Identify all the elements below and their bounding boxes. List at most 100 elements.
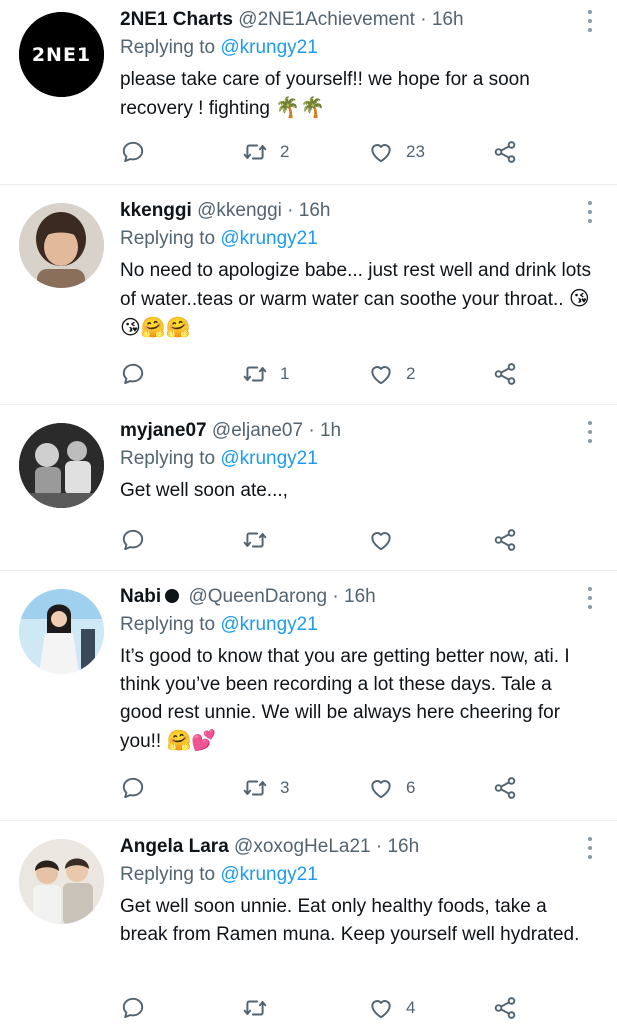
tweet-text: Get well soon ate...,: [120, 477, 599, 505]
author-name[interactable]: 2NE1 Charts: [120, 9, 233, 30]
tweet-text-body: Get well soon ate...,: [120, 480, 288, 501]
author-name[interactable]: Nabi: [120, 586, 161, 607]
retweet-icon: [243, 144, 267, 160]
author-handle[interactable]: @kkenggi: [197, 200, 282, 221]
replying-label: Replying to: [120, 448, 216, 469]
like-icon: [371, 1000, 391, 1019]
replying-to-link[interactable]: @krungy21: [220, 864, 317, 885]
tweet-card[interactable]: kkenggi @kkenggi · 16h Replying to @krun…: [0, 185, 617, 405]
like-button[interactable]: 23: [368, 137, 425, 167]
tweet-emoji: 🤗💕: [166, 730, 217, 752]
retweet-button[interactable]: 1: [242, 359, 289, 389]
timestamp[interactable]: 1h: [320, 420, 341, 441]
replying-label: Replying to: [120, 37, 216, 58]
reply-button[interactable]: [120, 525, 146, 555]
black-circle-icon: [165, 589, 180, 603]
retweet-count: 2: [280, 142, 290, 161]
share-button[interactable]: [492, 525, 518, 555]
author-name[interactable]: kkenggi: [120, 200, 192, 221]
author-handle[interactable]: @eljane07: [212, 420, 303, 441]
share-icon: [494, 529, 516, 551]
replying-label: Replying to: [120, 614, 216, 635]
tweet-card[interactable]: Angela Lara @xoxogHeLa21 · 16h Replying …: [0, 821, 617, 1024]
retweet-icon: [243, 366, 267, 382]
like-count: 6: [406, 778, 416, 797]
tweet-text: No need to apologize babe... just rest w…: [120, 257, 599, 343]
avatar-photo: [19, 203, 104, 288]
more-icon[interactable]: [583, 587, 597, 609]
reply-icon: [122, 997, 144, 1019]
replying-to-link[interactable]: @krungy21: [220, 37, 317, 58]
like-button[interactable]: [368, 525, 394, 555]
like-button[interactable]: 6: [368, 773, 415, 803]
author-name[interactable]: myjane07: [120, 420, 207, 441]
timestamp[interactable]: 16h: [344, 586, 376, 607]
replying-label: Replying to: [120, 228, 216, 249]
share-button[interactable]: [492, 773, 518, 803]
timestamp[interactable]: 16h: [387, 836, 419, 857]
like-count: 4: [406, 998, 416, 1017]
reply-icon: [122, 529, 144, 551]
author-handle[interactable]: @QueenDarong: [188, 586, 327, 607]
retweet-icon: [243, 532, 267, 548]
share-button[interactable]: [492, 993, 518, 1023]
like-icon: [371, 366, 391, 385]
avatar[interactable]: [19, 589, 104, 674]
more-icon[interactable]: [583, 10, 597, 32]
like-button[interactable]: 4: [368, 993, 415, 1023]
tweet-card[interactable]: Nabi @QueenDarong · 16h Replying to @kru…: [0, 571, 617, 821]
replying-to: Replying to @krungy21: [120, 447, 599, 471]
author-handle[interactable]: @2NE1Achievement: [238, 9, 415, 30]
author-name[interactable]: Angela Lara: [120, 836, 229, 857]
replying-label: Replying to: [120, 864, 216, 885]
more-icon[interactable]: [583, 201, 597, 223]
timestamp[interactable]: 16h: [432, 9, 464, 30]
retweet-button[interactable]: 2: [242, 137, 289, 167]
tweet-card[interactable]: 2NE1 2NE1 Charts @2NE1Achievement · 16h …: [0, 0, 617, 185]
avatar[interactable]: [19, 203, 104, 288]
retweet-icon: [243, 1000, 267, 1016]
retweet-button[interactable]: 3: [242, 773, 289, 803]
reply-button[interactable]: [120, 137, 146, 167]
more-icon[interactable]: [583, 421, 597, 443]
retweet-button[interactable]: [242, 525, 268, 555]
tweet-card[interactable]: myjane07 @eljane07 · 1h Replying to @kru…: [0, 405, 617, 571]
retweet-button[interactable]: [242, 993, 268, 1023]
reply-button[interactable]: [120, 773, 146, 803]
share-icon: [494, 777, 516, 799]
tweet-actions: 3 6: [120, 773, 517, 803]
replying-to-link[interactable]: @krungy21: [220, 228, 317, 249]
like-icon: [371, 144, 391, 163]
more-icon[interactable]: [583, 837, 597, 859]
timestamp[interactable]: 16h: [299, 200, 331, 221]
like-button[interactable]: 2: [368, 359, 415, 389]
tweet-text: Get well soon unnie. Eat only healthy fo…: [120, 893, 599, 949]
retweet-count: 3: [280, 778, 290, 797]
like-count: 2: [406, 364, 416, 383]
reply-button[interactable]: [120, 359, 146, 389]
tweet-header: 2NE1 Charts @2NE1Achievement · 16h: [120, 8, 599, 32]
share-button[interactable]: [492, 137, 518, 167]
share-button[interactable]: [492, 359, 518, 389]
reply-button[interactable]: [120, 993, 146, 1023]
replying-to: Replying to @krungy21: [120, 613, 599, 637]
tweet-content: Angela Lara @xoxogHeLa21 · 16h Replying …: [120, 835, 599, 949]
tweet-content: Nabi @QueenDarong · 16h Replying to @kru…: [120, 585, 599, 756]
tweet-content: myjane07 @eljane07 · 1h Replying to @kru…: [120, 419, 599, 505]
replying-to: Replying to @krungy21: [120, 36, 599, 60]
reply-icon: [122, 363, 144, 385]
replying-to-link[interactable]: @krungy21: [220, 448, 317, 469]
avatar[interactable]: 2NE1: [19, 12, 104, 97]
separator-dot: ·: [332, 586, 339, 607]
author-handle[interactable]: @xoxogHeLa21: [234, 836, 371, 857]
retweet-count: 1: [280, 364, 290, 383]
avatar[interactable]: [19, 839, 104, 924]
tweet-text: please take care of yourself!! we hope f…: [120, 66, 599, 123]
avatar[interactable]: [19, 423, 104, 508]
replying-to-link[interactable]: @krungy21: [220, 614, 317, 635]
reply-icon: [122, 141, 144, 163]
reply-icon: [122, 777, 144, 799]
tweet-emoji: 🌴🌴: [275, 97, 326, 119]
share-icon: [494, 363, 516, 385]
share-icon: [494, 141, 516, 163]
